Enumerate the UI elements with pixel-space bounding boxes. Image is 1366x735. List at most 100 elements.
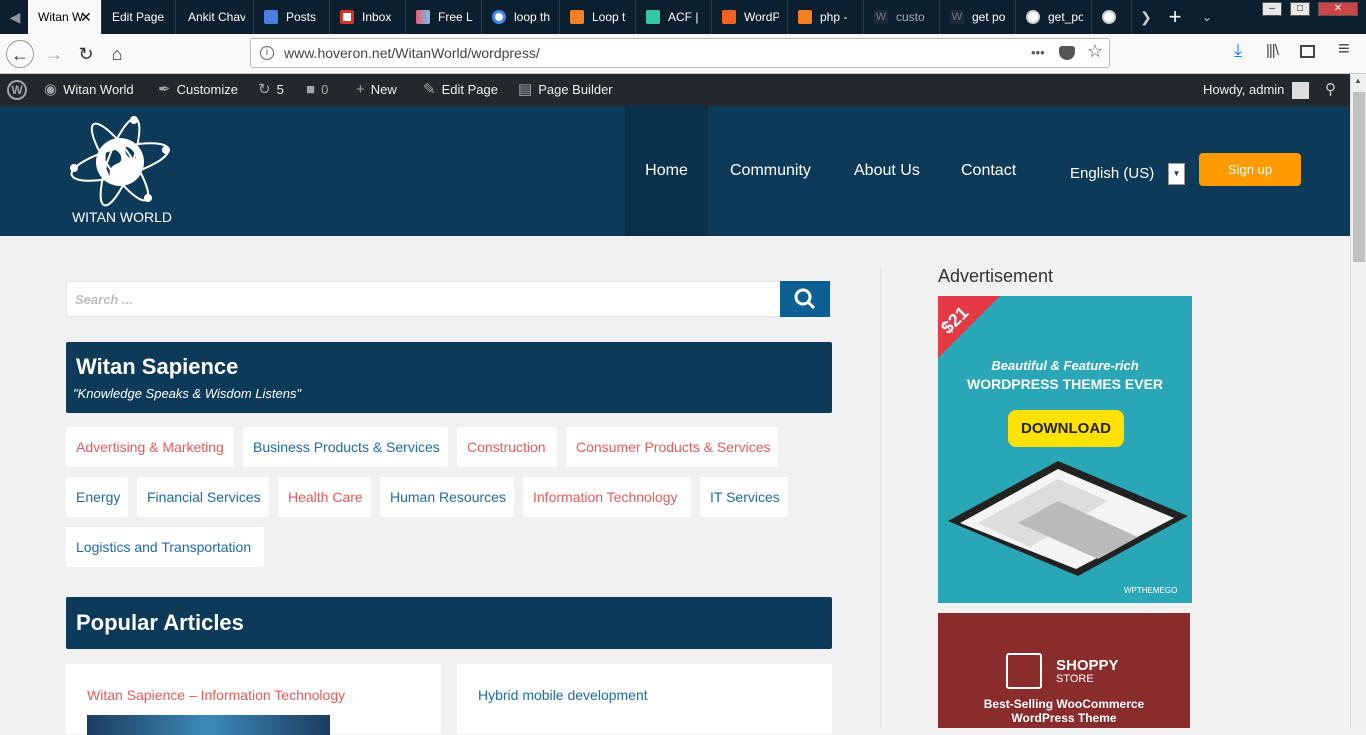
tab-label: ACF | bbox=[668, 10, 699, 24]
admin-comments-link[interactable]: ■ 0 bbox=[306, 74, 328, 106]
article-title[interactable]: Hybrid mobile development bbox=[478, 687, 648, 703]
article-title[interactable]: Witan Sapience – Information Technology bbox=[87, 687, 345, 703]
admin-site-link[interactable]: ◉ Witan World bbox=[44, 74, 134, 106]
tab-list-icon[interactable]: ⌄ bbox=[1196, 0, 1218, 34]
admin-customize-link[interactable]: ✒ Customize bbox=[158, 74, 238, 106]
category-it-services[interactable]: IT Services bbox=[700, 477, 788, 517]
tab-free[interactable]: Free Lo bbox=[406, 0, 482, 34]
wordpress-logo-icon[interactable]: W bbox=[7, 80, 27, 100]
language-select[interactable]: English (US) ▼ bbox=[1070, 163, 1185, 189]
scrollbar-thumb[interactable] bbox=[1353, 92, 1365, 262]
tab-acf[interactable]: ACF | bbox=[636, 0, 712, 34]
tab-label: loop th bbox=[514, 10, 551, 24]
plus-icon: + bbox=[356, 81, 365, 98]
sidebar-heading: Advertisement bbox=[938, 266, 1054, 286]
site-name: Witan World bbox=[63, 82, 134, 97]
tab-label: Inbox bbox=[362, 10, 392, 24]
admin-edit-page-link[interactable]: ✎ Edit Page bbox=[423, 74, 498, 106]
library-icon[interactable]: |||\ bbox=[1266, 42, 1279, 59]
bookmark-star-icon[interactable]: ☆ bbox=[1087, 41, 1103, 62]
chevron-down-icon: ▼ bbox=[1168, 163, 1185, 185]
menu-icon[interactable]: ≡ bbox=[1338, 38, 1350, 61]
admin-account-menu[interactable]: Howdy, admin bbox=[1203, 74, 1284, 106]
tab-inbox[interactable]: Inbox bbox=[330, 0, 406, 34]
tab-ankit[interactable]: Ankit Chav bbox=[176, 0, 254, 34]
page-actions-icon[interactable]: ••• bbox=[1031, 45, 1045, 60]
category-financial-services[interactable]: Financial Services bbox=[137, 477, 269, 517]
tab-get-posts[interactable]: get_po bbox=[1016, 0, 1092, 34]
category-human-resources[interactable]: Human Resources bbox=[380, 477, 514, 517]
advertisement-banner[interactable]: $21 Beautiful & Feature-rich WORDPRESS T… bbox=[938, 296, 1192, 603]
updates-icon: ↻ bbox=[258, 81, 271, 98]
category-health-care[interactable]: Health Care bbox=[278, 477, 371, 517]
category-business-products[interactable]: Business Products & Services bbox=[243, 427, 448, 467]
w-icon: W bbox=[874, 10, 888, 24]
gmail-icon bbox=[340, 10, 354, 24]
site-logo[interactable]: WITAN WORLD bbox=[66, 112, 178, 230]
wordpress-stack-icon bbox=[722, 10, 736, 24]
nav-about-us[interactable]: About Us bbox=[854, 106, 920, 236]
tab-posts[interactable]: Posts bbox=[254, 0, 330, 34]
browser-navbar: ← → ↻ ⌂ i www.hoveron.net/WitanWorld/wor… bbox=[0, 34, 1366, 74]
url-bar[interactable]: i www.hoveron.net/WitanWorld/wordpress/ … bbox=[250, 38, 1110, 68]
nav-home[interactable]: Home bbox=[625, 106, 708, 236]
shoppy-advertisement[interactable]: SHOPPY STORE Best-Selling WooCommerce Wo… bbox=[938, 613, 1190, 728]
search-form bbox=[66, 281, 831, 317]
sidebar-toggle-icon[interactable] bbox=[1300, 45, 1315, 58]
nav-contact[interactable]: Contact bbox=[961, 106, 1016, 236]
tab-close-icon[interactable]: ✕ bbox=[80, 0, 92, 34]
back-icon[interactable]: ← bbox=[6, 40, 34, 68]
category-construction[interactable]: Construction bbox=[457, 427, 557, 467]
article-card[interactable]: Witan Sapience – Information Technology bbox=[66, 664, 441, 735]
admin-new-link[interactable]: + New bbox=[356, 74, 397, 106]
tab-scroll-right-icon[interactable]: ❯ bbox=[1136, 0, 1156, 34]
category-logistics[interactable]: Logistics and Transportation bbox=[66, 527, 264, 567]
new-tab-icon[interactable]: + bbox=[1162, 0, 1188, 34]
search-button[interactable] bbox=[780, 281, 830, 317]
downloads-icon[interactable]: ⤓ bbox=[1234, 40, 1242, 61]
reload-icon[interactable]: ↻ bbox=[72, 40, 100, 68]
intro-tagline: "Knowledge Speaks & Wisdom Listens" bbox=[73, 386, 302, 401]
ad-line1: Beautiful & Feature-rich bbox=[991, 358, 1139, 373]
minimize-icon[interactable]: – bbox=[1262, 2, 1282, 16]
admin-updates-link[interactable]: ↻ 5 bbox=[258, 74, 284, 106]
scroll-up-icon[interactable]: ▲ bbox=[1354, 76, 1362, 85]
tab-loop[interactable]: Loop t bbox=[560, 0, 636, 34]
ad-download-button[interactable]: DOWNLOAD bbox=[1008, 410, 1124, 447]
category-energy[interactable]: Energy bbox=[66, 477, 128, 517]
page-scrollbar[interactable]: ▲ bbox=[1350, 74, 1366, 728]
search-input[interactable] bbox=[67, 282, 781, 316]
tab-php[interactable]: php - bbox=[788, 0, 864, 34]
ad-brand: WPTHEMEGO bbox=[1124, 586, 1178, 595]
url-text[interactable]: www.hoveron.net/WitanWorld/wordpress/ bbox=[284, 39, 540, 67]
tab-witan-world[interactable]: Witan W ✕ bbox=[28, 0, 102, 34]
category-advertising-marketing[interactable]: Advertising & Marketing bbox=[66, 427, 234, 467]
tab-g[interactable]: g bbox=[1092, 0, 1132, 34]
tab-label: custo bbox=[896, 10, 925, 24]
tab-wordpress[interactable]: WordP bbox=[712, 0, 788, 34]
signup-button[interactable]: Sign up bbox=[1199, 153, 1301, 186]
tab-loop-the[interactable]: loop th bbox=[482, 0, 560, 34]
forward-icon[interactable]: → bbox=[40, 40, 68, 68]
article-card[interactable]: Hybrid mobile development bbox=[457, 664, 832, 734]
nav-community[interactable]: Community bbox=[730, 106, 811, 236]
tab-custom[interactable]: Wcusto bbox=[864, 0, 940, 34]
category-information-technology[interactable]: Information Technology bbox=[523, 477, 691, 517]
dashboard-icon: ◉ bbox=[44, 81, 58, 98]
language-value: English (US) bbox=[1070, 165, 1155, 182]
maximize-icon[interactable]: □ bbox=[1290, 2, 1310, 16]
tab-edit-page[interactable]: Edit Page bbox=[102, 0, 176, 34]
article-thumbnail[interactable] bbox=[87, 715, 330, 735]
admin-page-builder-link[interactable]: ▤ Page Builder bbox=[518, 74, 613, 106]
home-icon[interactable]: ⌂ bbox=[103, 40, 131, 68]
close-window-icon[interactable]: ✕ bbox=[1318, 2, 1358, 16]
tab-get-post[interactable]: Wget po bbox=[940, 0, 1016, 34]
stackoverflow-icon bbox=[570, 10, 584, 24]
avatar[interactable] bbox=[1292, 82, 1309, 99]
pocket-icon[interactable] bbox=[1059, 46, 1075, 60]
tab-scroll-left-icon[interactable]: ◀ bbox=[2, 0, 28, 34]
category-consumer-products[interactable]: Consumer Products & Services bbox=[566, 427, 778, 467]
browser-tab-strip: ◀ Witan W ✕ Edit Page Ankit Chav Posts I… bbox=[0, 0, 1366, 34]
admin-search-icon[interactable]: ⚲ bbox=[1325, 74, 1336, 106]
info-icon[interactable]: i bbox=[260, 46, 274, 60]
